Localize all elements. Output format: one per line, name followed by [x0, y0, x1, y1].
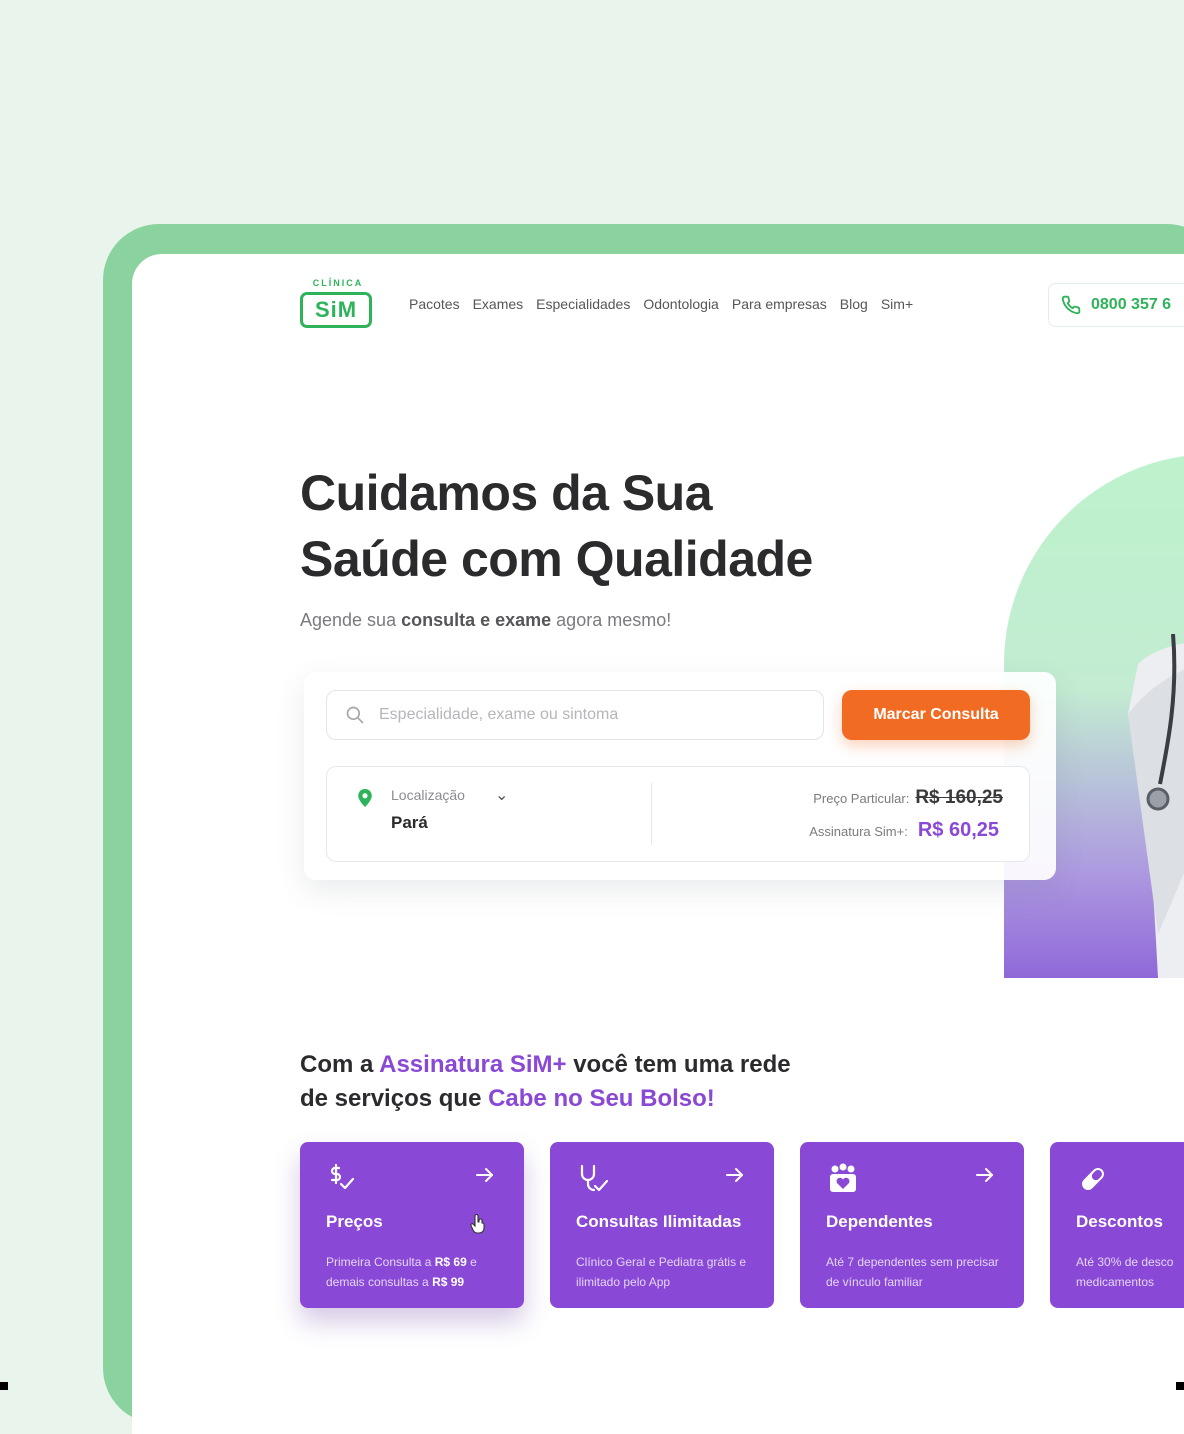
logo-box: SiM — [300, 292, 372, 328]
pill-icon — [1082, 1168, 1104, 1190]
doctor-image — [1128, 634, 1184, 978]
card-desc-part: medicamentos — [1076, 1275, 1155, 1289]
arrow-right-icon[interactable] — [724, 1164, 746, 1186]
family-heart-icon — [830, 1163, 856, 1192]
location-price-card: Localização ⌄ Pará Preço Particular: R$ … — [326, 766, 1030, 862]
benefit-cards: Preços Primeira Consulta a R$ 69 e demai… — [300, 1142, 1184, 1308]
card-title: Consultas Ilimitadas — [576, 1212, 742, 1231]
subscription-price-label: Assinatura Sim+: — [809, 824, 908, 839]
phone-number: 0800 357 6 — [1091, 296, 1172, 313]
stethoscope-icon — [580, 1164, 609, 1192]
card-dependentes[interactable]: Dependentes Até 7 dependentes sem precis… — [800, 1142, 1024, 1308]
subscription-price-value: R$ 60,25 — [917, 819, 999, 841]
card-desc-part: Primeira Consulta a — [326, 1255, 435, 1269]
hero-subtitle-pre: Agende sua — [300, 610, 402, 630]
subscription-price-row: Assinatura Sim+: R$ 60,25 — [809, 819, 999, 842]
section-title-highlight2: Cabe no Seu Bolso! — [488, 1085, 715, 1112]
card-desc-bold: R$ 99 — [432, 1275, 465, 1289]
search-icon — [346, 706, 364, 724]
website-screen: CLÍNICA SiM Pacotes Exames Especialidade… — [132, 254, 1184, 1434]
location-value[interactable]: Pará — [391, 813, 428, 833]
card-desc-part: Até 30% de desco — [1076, 1255, 1174, 1269]
corner-mark — [0, 1382, 8, 1390]
hero-title: Cuidamos da Sua Saúde com Qualidade — [300, 460, 813, 592]
clinic-logo[interactable]: CLÍNICA SiM — [300, 278, 376, 332]
arrow-right-icon[interactable] — [974, 1164, 996, 1186]
corner-mark — [1176, 1382, 1184, 1390]
section-title-part3: você tem uma rede — [566, 1051, 791, 1078]
logo-top-text: CLÍNICA — [312, 278, 364, 288]
nav-item-sim-plus[interactable]: Sim+ — [881, 296, 913, 312]
nav-item-pacotes[interactable]: Pacotes — [409, 296, 460, 312]
card-description: Até 30% de desco medicamentos — [1076, 1252, 1184, 1292]
logo-main-text: SiM — [314, 297, 358, 322]
nav-item-exames[interactable]: Exames — [473, 296, 524, 312]
book-appointment-button[interactable]: Marcar Consulta — [842, 690, 1030, 740]
search-input[interactable] — [377, 705, 801, 725]
chevron-down-icon[interactable]: ⌄ — [495, 785, 508, 805]
arrow-right-icon[interactable] — [474, 1164, 496, 1186]
private-price-value: R$ 160,25 — [915, 787, 1003, 808]
hero-title-line2: Saúde com Qualidade — [300, 531, 813, 587]
card-title: Dependentes — [826, 1212, 933, 1231]
hero-subtitle-bold: consulta e exame — [401, 610, 552, 630]
location-pin-icon — [358, 789, 372, 807]
card-description: Até 7 dependentes sem precisar de víncul… — [826, 1255, 999, 1289]
card-precos[interactable]: Preços Primeira Consulta a R$ 69 e demai… — [300, 1142, 524, 1308]
nav-item-blog[interactable]: Blog — [840, 296, 868, 312]
card-descontos[interactable]: Descontos Até 30% de desco medicamentos — [1050, 1142, 1184, 1308]
nav-item-especialidades[interactable]: Especialidades — [536, 296, 630, 312]
section-title-part4: de serviços que — [300, 1085, 489, 1112]
divider — [651, 783, 652, 845]
card-consultas-ilimitadas[interactable]: Consultas Ilimitadas Clínico Geral e Ped… — [550, 1142, 774, 1308]
card-desc-bold: R$ 69 — [434, 1255, 467, 1269]
phone-icon — [1061, 295, 1081, 315]
card-title: Descontos — [1076, 1212, 1163, 1231]
hand-cursor-icon — [470, 1214, 485, 1234]
hero-title-line1: Cuidamos da Sua — [300, 465, 713, 521]
phone-button[interactable]: 0800 357 6 — [1048, 283, 1184, 327]
card-title: Preços — [326, 1212, 383, 1231]
private-price-row: Preço Particular: R$ 160,25 — [813, 787, 1003, 809]
card-description: Primeira Consulta a R$ 69 e demais consu… — [326, 1252, 506, 1292]
hero-subtitle-post: agora mesmo! — [551, 610, 672, 630]
location-label: Localização — [391, 787, 465, 803]
section-title-part1: Com a — [300, 1051, 380, 1078]
section-title: Com a Assinatura SiM+ você tem uma rede … — [300, 1048, 791, 1116]
section-title-highlight1: Assinatura SiM+ — [379, 1051, 567, 1078]
nav-item-para-empresas[interactable]: Para empresas — [732, 296, 827, 312]
main-nav: Pacotes Exames Especialidades Odontologi… — [409, 296, 913, 312]
private-price-label: Preço Particular: — [813, 791, 910, 806]
hero-subtitle: Agende sua consulta e exame agora mesmo! — [300, 610, 671, 631]
nav-item-odontologia[interactable]: Odontologia — [643, 296, 719, 312]
card-description: Clínico Geral e Pediatra grátis e ilimit… — [576, 1255, 747, 1289]
dollar-check-icon — [330, 1163, 355, 1190]
search-box[interactable] — [326, 690, 824, 740]
